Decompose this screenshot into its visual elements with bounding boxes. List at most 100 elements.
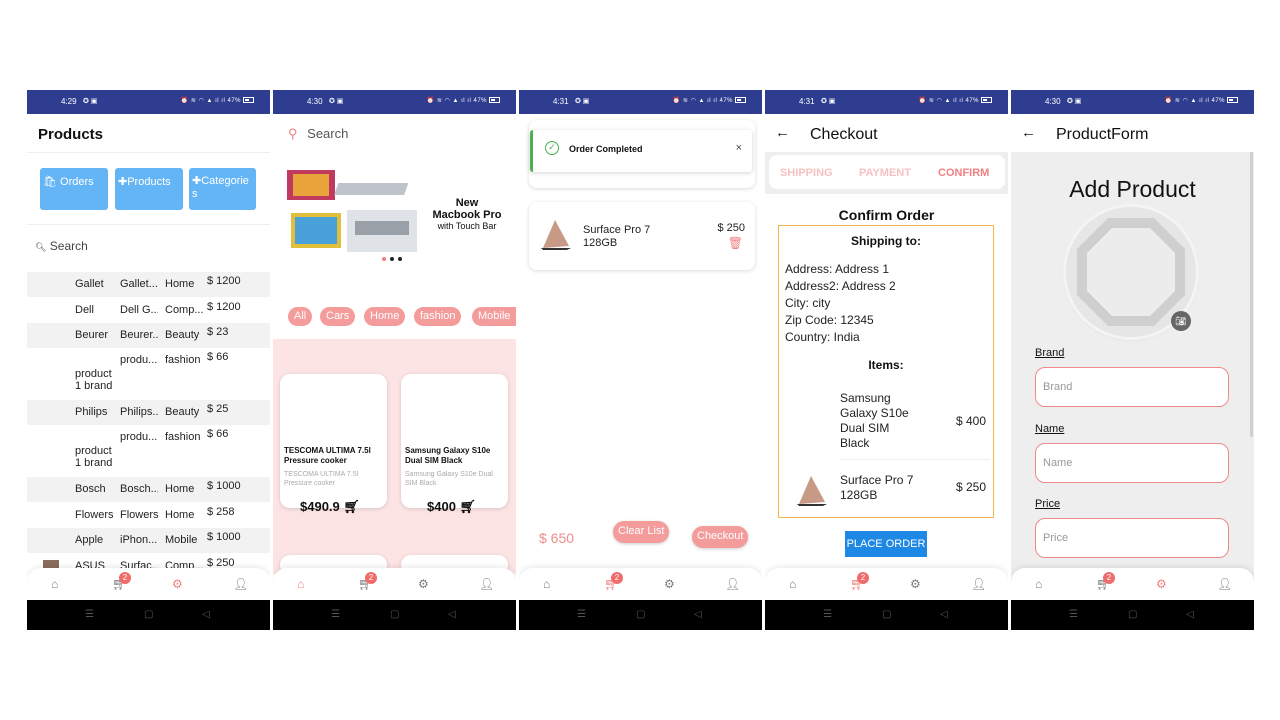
table-row[interactable]: Gallet Gallet... Home $ 1200 bbox=[27, 272, 270, 297]
home-square-icon[interactable]: ▢ bbox=[1128, 609, 1137, 620]
step-shipping[interactable]: SHIPPING bbox=[780, 167, 833, 179]
search-icon: 🔍︎ bbox=[35, 242, 47, 252]
gear-icon[interactable]: ⚙ bbox=[1156, 577, 1167, 591]
cart-icon[interactable]: 🛒︎ 2 bbox=[1096, 572, 1115, 591]
trash-icon[interactable]: 🗑︎ bbox=[728, 236, 743, 250]
status-time: 4:30 bbox=[1045, 97, 1061, 106]
home-icon[interactable]: ⌂ bbox=[789, 577, 796, 591]
orders-button[interactable]: 🛍 Orders bbox=[40, 168, 108, 210]
system-icons: ⏰ ≋ ◠ ▲ ıl ıl 47% bbox=[1165, 97, 1238, 104]
battery-level: 47% bbox=[227, 98, 241, 104]
menu-icon[interactable]: ☰ bbox=[85, 609, 94, 620]
category-chip-all[interactable]: All bbox=[288, 307, 313, 326]
home-icon[interactable]: ⌂ bbox=[51, 577, 58, 591]
back-triangle-icon[interactable]: ◁ bbox=[940, 609, 948, 620]
category-chip-home[interactable]: Home bbox=[364, 307, 406, 326]
table-row[interactable]: Bosch Bosch... Home $ 1000 bbox=[27, 477, 270, 502]
step-confirm[interactable]: CONFIRM bbox=[938, 167, 989, 179]
search-bar[interactable]: 🔍︎ Search bbox=[35, 239, 88, 253]
menu-icon[interactable]: ☰ bbox=[1069, 609, 1078, 620]
user-icon[interactable]: 👤︎ bbox=[725, 577, 740, 591]
checkout-button[interactable]: Checkout bbox=[692, 526, 749, 548]
user-icon[interactable]: 👤︎ bbox=[971, 577, 986, 591]
notification-icons: ✪ ▣ bbox=[83, 98, 98, 105]
place-order-button[interactable]: PLACE ORDER bbox=[845, 531, 927, 557]
home-square-icon[interactable]: ▢ bbox=[144, 609, 153, 620]
back-arrow-icon[interactable]: ← bbox=[775, 124, 790, 141]
cart-item[interactable]: Surface Pro 7 128GB $ 250 🗑︎ bbox=[529, 202, 755, 270]
step-payment[interactable]: PAYMENT bbox=[859, 167, 911, 179]
table-row[interactable]: Philips Philips... Beauty $ 25 bbox=[27, 400, 270, 425]
user-icon[interactable]: 👤︎ bbox=[1217, 577, 1232, 591]
bottom-tab-bar: ⌂ 🛒︎ 2 ⚙ 👤︎ bbox=[273, 568, 516, 600]
battery-icon bbox=[735, 97, 746, 103]
product-thumbnail bbox=[797, 476, 827, 506]
back-triangle-icon[interactable]: ◁ bbox=[448, 609, 456, 620]
camera-icon[interactable]: 📷︎ bbox=[1171, 311, 1191, 331]
page-title: ProductForm bbox=[1056, 126, 1149, 143]
home-square-icon[interactable]: ▢ bbox=[882, 609, 891, 620]
menu-icon[interactable]: ☰ bbox=[331, 609, 340, 620]
price-field[interactable]: Price bbox=[1035, 518, 1229, 558]
order-summary-box: Shipping to: Address: Address 1 Address2… bbox=[778, 225, 994, 518]
user-icon[interactable]: 👤︎ bbox=[233, 577, 248, 591]
cart-icon[interactable]: 🛒︎ 2 bbox=[112, 572, 131, 591]
table-row[interactable]: Flowers Flowers Home $ 258 bbox=[27, 503, 270, 528]
search-input[interactable]: ⚲ Search bbox=[288, 126, 348, 142]
home-square-icon[interactable]: ▢ bbox=[390, 609, 399, 620]
categories-button[interactable]: ✚Categories bbox=[189, 168, 256, 210]
table-row[interactable]: Beurer Beurer... Beauty $ 23 bbox=[27, 323, 270, 348]
home-square-icon[interactable]: ▢ bbox=[636, 609, 645, 620]
battery-icon bbox=[243, 97, 254, 103]
user-icon[interactable]: 👤︎ bbox=[479, 577, 494, 591]
menu-icon[interactable]: ☰ bbox=[823, 609, 832, 620]
product-card[interactable]: TESCOMA ULTIMA 7.5l Pressure cooker TESC… bbox=[280, 374, 387, 514]
gear-icon[interactable]: ⚙ bbox=[664, 577, 675, 591]
cart-icon[interactable]: 🛒︎ 2 bbox=[850, 572, 869, 591]
cart-icon[interactable]: 🛒︎ bbox=[343, 499, 360, 514]
product-form-screen: 4:30 ✪ ▣ ⏰ ≋ ◠ ▲ ıl ıl 47% ← ProductForm… bbox=[1011, 90, 1254, 630]
back-arrow-icon[interactable]: ← bbox=[1021, 124, 1036, 141]
cart-badge: 2 bbox=[1103, 572, 1115, 584]
category-chip-fashion[interactable]: fashion bbox=[414, 307, 462, 326]
back-triangle-icon[interactable]: ◁ bbox=[202, 609, 210, 620]
plus-icon: ✚ bbox=[192, 175, 202, 187]
gear-icon[interactable]: ⚙ bbox=[418, 577, 429, 591]
system-nav-bar: ☰ ▢ ◁ bbox=[765, 600, 1008, 630]
promo-banner[interactable]: New Macbook Pro with Touch Bar bbox=[285, 165, 505, 265]
scrollbar[interactable] bbox=[1250, 152, 1253, 437]
cart-icon[interactable]: 🛒︎ 2 bbox=[358, 572, 377, 591]
page-title: Products bbox=[38, 126, 104, 143]
table-row[interactable]: Apple iPhon... Mobile $ 1000 bbox=[27, 528, 270, 553]
table-row[interactable]: product 1 brand produ... fashion $ 66 bbox=[27, 425, 270, 476]
products-button[interactable]: ✚Products bbox=[115, 168, 183, 210]
clear-list-button[interactable]: Clear List bbox=[613, 521, 670, 543]
back-triangle-icon[interactable]: ◁ bbox=[694, 609, 702, 620]
cart-badge: 2 bbox=[611, 572, 623, 584]
product-card[interactable]: Samsung Galaxy S10e Dual SIM Black Samsu… bbox=[401, 374, 508, 514]
home-icon[interactable]: ⌂ bbox=[1035, 577, 1042, 591]
gear-icon[interactable]: ⚙ bbox=[910, 577, 921, 591]
brand-field[interactable]: Brand bbox=[1035, 367, 1229, 407]
home-icon[interactable]: ⌂ bbox=[543, 577, 550, 591]
table-row[interactable]: Dell Dell G... Comp... $ 1200 bbox=[27, 298, 270, 323]
menu-icon[interactable]: ☰ bbox=[577, 609, 586, 620]
home-icon[interactable]: ⌂ bbox=[297, 577, 304, 591]
table-row[interactable]: product 1 brand produ... fashion $ 66 bbox=[27, 348, 270, 399]
close-icon[interactable]: × bbox=[736, 142, 742, 154]
status-bar: 4:31 ✪ ▣ ⏰ ≋ ◠ ▲ ıl ıl 47% bbox=[519, 90, 762, 114]
category-chip-mobile[interactable]: Mobile bbox=[472, 307, 516, 326]
image-picker[interactable]: 📷︎ bbox=[1066, 207, 1196, 337]
back-triangle-icon[interactable]: ◁ bbox=[1186, 609, 1194, 620]
checkout-screen: 4:31 ✪ ▣ ⏰ ≋ ◠ ▲ ıl ıl 47% ← Checkout SH… bbox=[765, 90, 1008, 630]
name-field[interactable]: Name bbox=[1035, 443, 1229, 483]
category-chip-cars[interactable]: Cars bbox=[320, 307, 356, 326]
notification-icons: ✪ ▣ bbox=[821, 98, 836, 105]
toast-notification: ✓ Order Completed × bbox=[530, 130, 752, 172]
system-icons: ⏰ ≋ ◠ ▲ ıl ıl 47% bbox=[427, 97, 500, 104]
gear-icon[interactable]: ⚙ bbox=[172, 577, 183, 591]
status-time: 4:30 bbox=[307, 97, 323, 106]
cart-icon[interactable]: 🛒︎ bbox=[460, 499, 477, 514]
cart-icon[interactable]: 🛒︎ 2 bbox=[604, 572, 623, 591]
system-icons: ⏰ ≋ ◠ ▲ ıl ıl 47% bbox=[919, 97, 992, 104]
